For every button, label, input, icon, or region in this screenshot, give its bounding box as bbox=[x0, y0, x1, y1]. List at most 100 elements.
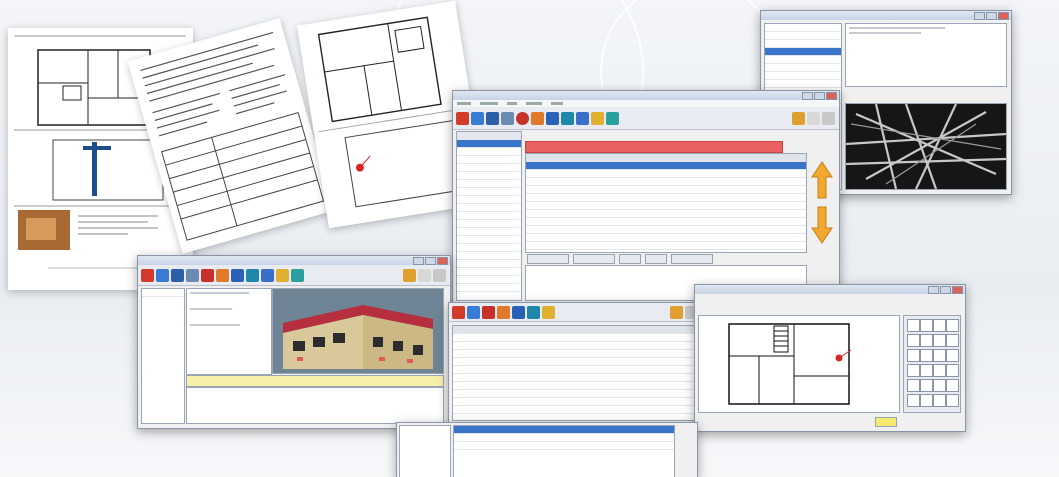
palette-tool-button[interactable] bbox=[907, 349, 920, 362]
palette-tool-button[interactable] bbox=[907, 379, 920, 392]
item-sidebar-list[interactable] bbox=[456, 131, 522, 301]
help-icon[interactable] bbox=[807, 111, 820, 125]
close-button[interactable] bbox=[998, 12, 1009, 20]
maximize-button[interactable] bbox=[814, 92, 825, 100]
menu-item[interactable] bbox=[551, 102, 563, 105]
sidebar-item[interactable] bbox=[457, 244, 521, 252]
table-row[interactable] bbox=[526, 226, 806, 234]
minimize-button[interactable] bbox=[802, 92, 813, 100]
folder-icon[interactable] bbox=[471, 111, 484, 125]
action-button[interactable] bbox=[619, 254, 641, 264]
tag-icon[interactable] bbox=[527, 305, 540, 319]
camera-icon[interactable] bbox=[497, 305, 510, 319]
sidebar-item[interactable] bbox=[457, 196, 521, 204]
palette-tool-button[interactable] bbox=[907, 319, 920, 332]
tree-item[interactable] bbox=[142, 289, 184, 297]
table-row[interactable] bbox=[526, 218, 806, 226]
palette-tool-button[interactable] bbox=[933, 394, 946, 407]
palette-tool-button[interactable] bbox=[933, 364, 946, 377]
palette-tool-button[interactable] bbox=[946, 349, 959, 362]
table-row[interactable] bbox=[453, 382, 697, 390]
exit-icon[interactable] bbox=[433, 268, 446, 282]
close-button[interactable] bbox=[437, 257, 448, 265]
close-button[interactable] bbox=[826, 92, 837, 100]
sidebar-item[interactable] bbox=[457, 172, 521, 180]
sidebar-item[interactable] bbox=[457, 212, 521, 220]
list-item[interactable] bbox=[765, 56, 841, 64]
description-text-area[interactable] bbox=[845, 23, 1007, 87]
table-row[interactable] bbox=[526, 210, 806, 218]
help-icon[interactable] bbox=[418, 268, 431, 282]
palette-tool-button[interactable] bbox=[920, 379, 933, 392]
action-button[interactable] bbox=[527, 254, 569, 264]
target-icon[interactable] bbox=[516, 111, 529, 125]
sidebar-item[interactable] bbox=[457, 236, 521, 244]
plan-canvas[interactable] bbox=[698, 315, 900, 413]
tag-icon[interactable] bbox=[246, 268, 259, 282]
sidebar-item[interactable] bbox=[457, 268, 521, 276]
table-row[interactable] bbox=[453, 414, 697, 420]
maximize-button[interactable] bbox=[986, 12, 997, 20]
palette-tool-button[interactable] bbox=[920, 334, 933, 347]
palette-tool-button[interactable] bbox=[920, 349, 933, 362]
user-icon[interactable] bbox=[792, 111, 805, 125]
palette-tool-button[interactable] bbox=[920, 364, 933, 377]
user-icon[interactable] bbox=[670, 305, 683, 319]
action-button[interactable] bbox=[573, 254, 615, 264]
sidebar-item[interactable] bbox=[457, 188, 521, 196]
sidebar-item[interactable] bbox=[457, 148, 521, 156]
building-form[interactable] bbox=[186, 288, 272, 375]
maximize-button[interactable] bbox=[940, 286, 951, 294]
table-row[interactable] bbox=[453, 350, 697, 358]
sidebar-item[interactable] bbox=[457, 180, 521, 188]
menu-item[interactable] bbox=[526, 102, 542, 105]
palette-tool-button[interactable] bbox=[907, 394, 920, 407]
save-icon[interactable] bbox=[171, 268, 184, 282]
table-row[interactable] bbox=[453, 358, 697, 366]
status-button[interactable] bbox=[875, 417, 897, 427]
building-tree[interactable] bbox=[141, 288, 185, 424]
palette-tool-button[interactable] bbox=[946, 379, 959, 392]
sidebar-item[interactable] bbox=[457, 260, 521, 268]
sidebar-item[interactable] bbox=[457, 228, 521, 236]
arrow-up-icon[interactable] bbox=[811, 161, 833, 199]
close-button[interactable] bbox=[952, 286, 963, 294]
list-item[interactable] bbox=[454, 426, 674, 434]
sidebar-item[interactable] bbox=[457, 164, 521, 172]
calendar-icon[interactable] bbox=[576, 111, 589, 125]
sidebar-item[interactable] bbox=[457, 276, 521, 284]
list-item[interactable] bbox=[765, 40, 841, 48]
home-icon[interactable] bbox=[456, 111, 469, 125]
building-notes[interactable] bbox=[186, 387, 444, 424]
table-row[interactable] bbox=[526, 170, 806, 178]
map-icon[interactable] bbox=[512, 305, 525, 319]
target-icon[interactable] bbox=[201, 268, 214, 282]
table-row[interactable] bbox=[526, 242, 806, 250]
action-button[interactable] bbox=[645, 254, 667, 264]
palette-tool-button[interactable] bbox=[946, 334, 959, 347]
details-table[interactable] bbox=[525, 153, 807, 253]
small-list[interactable] bbox=[453, 425, 675, 477]
small-tree[interactable] bbox=[399, 425, 451, 477]
report-icon[interactable] bbox=[291, 268, 304, 282]
sidebar-item[interactable] bbox=[457, 140, 521, 148]
list-item[interactable] bbox=[454, 434, 674, 442]
list-item[interactable] bbox=[765, 80, 841, 88]
menu-item[interactable] bbox=[507, 102, 517, 105]
table-row[interactable] bbox=[453, 374, 697, 382]
home-icon[interactable] bbox=[452, 305, 465, 319]
arrow-down-icon[interactable] bbox=[811, 206, 833, 244]
palette-tool-button[interactable] bbox=[946, 364, 959, 377]
menu-item[interactable] bbox=[457, 102, 471, 105]
palette-tool-button[interactable] bbox=[946, 394, 959, 407]
list-item[interactable] bbox=[765, 24, 841, 32]
palette-tool-button[interactable] bbox=[933, 334, 946, 347]
maximize-button[interactable] bbox=[425, 257, 436, 265]
report-icon[interactable] bbox=[606, 111, 619, 125]
table-row[interactable] bbox=[453, 390, 697, 398]
table-row[interactable] bbox=[526, 234, 806, 242]
tag-icon[interactable] bbox=[561, 111, 574, 125]
menu-item[interactable] bbox=[480, 102, 498, 105]
print-icon[interactable] bbox=[186, 268, 199, 282]
minimize-button[interactable] bbox=[928, 286, 939, 294]
